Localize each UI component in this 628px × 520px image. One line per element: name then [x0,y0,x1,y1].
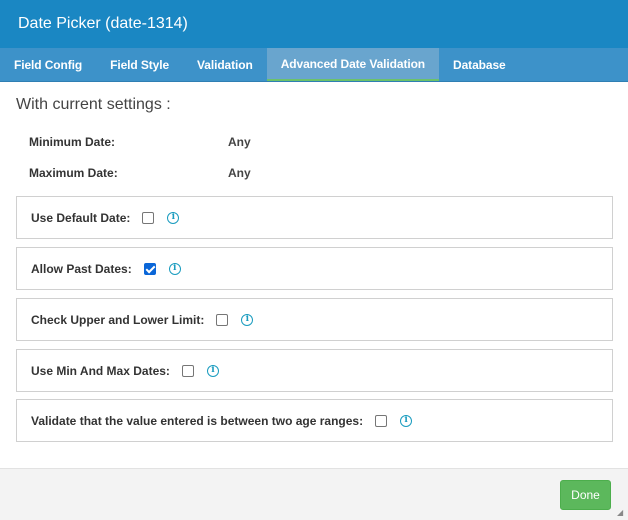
tab-bar: Field Config Field Style Validation Adva… [0,48,628,82]
option-label: Allow Past Dates: [31,261,132,276]
minimum-date-label: Minimum Date: [29,135,116,149]
info-icon[interactable]: i [168,262,181,275]
tab-advanced-date-validation[interactable]: Advanced Date Validation [266,48,440,81]
info-icon[interactable]: i [241,313,254,326]
allow-past-dates-checkbox[interactable] [143,262,156,275]
info-icon[interactable]: i [167,211,180,224]
option-allow-past-dates: Allow Past Dates: i [16,247,613,290]
use-min-max-dates-checkbox[interactable] [181,364,194,377]
info-icon[interactable]: i [400,414,413,427]
option-check-upper-lower-limit: Check Upper and Lower Limit: i [16,298,613,341]
check-upper-lower-limit-checkbox[interactable] [216,313,229,326]
dialog-title: Date Picker (date-1314) [0,0,628,48]
validate-age-ranges-checkbox[interactable] [375,414,388,427]
tab-field-style[interactable]: Field Style [96,48,183,81]
option-label: Validate that the value entered is betwe… [31,413,364,428]
done-button[interactable]: Done [560,480,611,510]
use-default-date-checkbox[interactable] [142,211,155,224]
option-use-min-max-dates: Use Min And Max Dates: i [16,349,613,392]
option-use-default-date: Use Default Date: i [16,196,613,239]
option-label: Check Upper and Lower Limit: [31,312,205,327]
maximum-date-label: Maximum Date: [29,166,118,180]
tab-field-config[interactable]: Field Config [0,48,96,81]
tab-validation[interactable]: Validation [183,48,267,81]
option-validate-age-ranges: Validate that the value entered is betwe… [16,399,613,442]
option-label: Use Default Date: [31,210,131,225]
tab-database[interactable]: Database [439,48,520,81]
resize-grip-icon[interactable]: ◢ [617,509,625,517]
dialog-footer: Done ◢ [0,468,628,520]
minimum-date-value: Any [228,135,251,149]
info-icon[interactable]: i [206,364,219,377]
maximum-date-value: Any [228,166,251,180]
settings-heading: With current settings : [16,96,171,113]
option-label: Use Min And Max Dates: [31,363,170,378]
